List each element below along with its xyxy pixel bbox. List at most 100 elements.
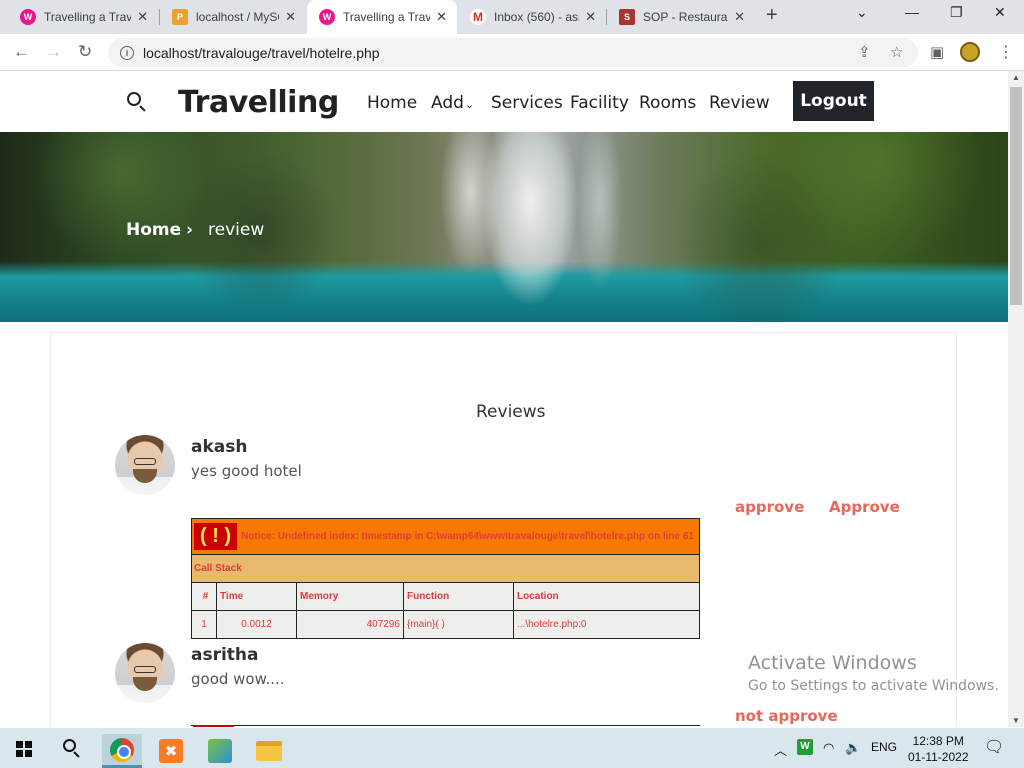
volume-icon[interactable]: 🔈 [845, 740, 861, 756]
col-time: Time [216, 582, 297, 611]
browser-tab[interactable]: S SOP - Restaurant ✕ [607, 0, 755, 34]
review-text: good wow.... [191, 670, 285, 688]
cell-time: 0.0012 [216, 610, 297, 639]
avatar-glasses [134, 666, 156, 673]
close-icon[interactable]: ✕ [585, 9, 596, 25]
scroll-down-arrow-icon[interactable]: ▼ [1012, 716, 1020, 725]
chrome-icon [110, 737, 134, 762]
taskbar-clock[interactable]: 12:38 PM 01-11-2022 [908, 733, 969, 765]
folder-icon [256, 741, 282, 761]
sop-icon: S [619, 9, 635, 25]
browser-toolbar: ← → ↻ i localhost/travalouge/travel/hote… [0, 34, 1024, 71]
phpmyadmin-icon: P [172, 9, 188, 25]
wifi-icon[interactable]: ◠ [823, 740, 834, 756]
warning-icon: ( ! ) [194, 523, 238, 550]
windows-taskbar: ✖ ︿ W ◠ 🔈 ENG 12:38 PM 01-11-2022 🗨 [0, 728, 1024, 768]
tab-title: Inbox (560) - asr [494, 10, 580, 24]
gmail-icon: M [470, 9, 486, 25]
taskbar-chrome[interactable] [102, 734, 142, 768]
site-brand[interactable]: Travelling [178, 85, 339, 120]
tab-search-chevron-icon[interactable]: ⌄ [856, 4, 868, 21]
profile-avatar-icon[interactable] [960, 42, 980, 62]
not-approve-link[interactable]: not approve [735, 707, 838, 725]
nav-home[interactable]: Home [367, 93, 417, 113]
xampp-icon: ✖ [159, 739, 183, 763]
warning-icon-partial [193, 725, 234, 727]
tab-title: Travelling a Trav [44, 10, 132, 24]
approve-button[interactable]: Approve [829, 498, 900, 516]
avatar-beard [133, 469, 157, 483]
breadcrumb-home[interactable]: Home [126, 220, 181, 240]
cell-location: ...\hotelre.php:0 [513, 610, 700, 639]
new-tab-button[interactable]: + [766, 4, 778, 27]
close-icon[interactable]: ✕ [285, 9, 296, 25]
browser-tab-strip: W Travelling a Trav ✕ P localhost / MySQ… [0, 0, 1024, 34]
approve-link[interactable]: approve [735, 498, 804, 516]
wamp-icon: W [20, 9, 36, 25]
bookmark-star-icon[interactable]: ☆ [890, 43, 903, 61]
taskbar-search-icon[interactable] [63, 739, 76, 752]
reviews-heading: Reviews [476, 402, 546, 422]
table-row: 1 0.0012 407296 {main}( ) ...\hotelre.ph… [191, 610, 700, 639]
tab-title: Travelling a Trav [343, 10, 431, 24]
wamp-tray-icon[interactable]: W [797, 739, 813, 755]
taskbar-tool[interactable] [200, 734, 240, 768]
page-scrollbar[interactable]: ▲ ▼ [1008, 71, 1024, 727]
taskbar-xampp[interactable]: ✖ [151, 734, 191, 768]
close-icon[interactable]: ✕ [137, 9, 148, 25]
nav-add[interactable]: Add⌄ [431, 93, 474, 113]
nav-facility[interactable]: Facility [570, 93, 629, 113]
col-memory: Memory [296, 582, 404, 611]
tab-title: SOP - Restaurant [643, 10, 729, 24]
php-notice-table: ( ! ) Notice: Undefined index: timestamp … [191, 518, 700, 639]
taskbar-file-explorer[interactable] [249, 734, 289, 768]
nav-review[interactable]: Review [709, 93, 770, 113]
browser-tab-active[interactable]: W Travelling a Trav ✕ [307, 0, 457, 34]
review-author: akash [191, 437, 248, 457]
scroll-thumb[interactable] [1010, 87, 1022, 305]
notice-message: Notice: Undefined index: timestamp in C:… [241, 531, 694, 543]
back-arrow-icon[interactable]: ← [13, 42, 30, 62]
language-indicator[interactable]: ENG [871, 740, 897, 754]
window-close-icon[interactable]: ✕ [994, 4, 1006, 21]
hero-banner-waterfall: Home › review [0, 132, 1008, 322]
browser-tab[interactable]: W Travelling a Trav ✕ [8, 0, 158, 34]
logout-button[interactable]: Logout [793, 81, 874, 121]
restore-icon[interactable]: ❐ [950, 4, 963, 21]
close-icon[interactable]: ✕ [436, 9, 447, 25]
reload-icon[interactable]: ↻ [78, 42, 92, 62]
tray-chevron-up-icon[interactable]: ︿ [774, 740, 787, 759]
minimize-icon[interactable]: — [905, 4, 919, 20]
search-icon[interactable] [127, 92, 141, 106]
cell-number: 1 [191, 610, 217, 639]
share-icon[interactable]: ⇪ [858, 43, 871, 61]
avatar-glasses [134, 458, 156, 465]
clock-date: 01-11-2022 [908, 750, 969, 764]
call-stack-header-row: # Time Memory Function Location [191, 582, 700, 611]
breadcrumb-current: review [208, 220, 265, 240]
forward-arrow-icon[interactable]: → [45, 42, 62, 62]
browser-tab[interactable]: P localhost / MySQ ✕ [160, 0, 306, 34]
call-stack-label: Call Stack [191, 554, 700, 583]
menu-kebab-icon[interactable]: ⋮ [998, 42, 1014, 62]
col-number: # [191, 582, 217, 611]
close-icon[interactable]: ✕ [734, 9, 745, 25]
nav-services[interactable]: Services [491, 93, 563, 113]
clock-time: 12:38 PM [912, 734, 964, 748]
avatar [115, 435, 175, 495]
snipping-tool-icon [208, 739, 232, 763]
windows-start-icon[interactable] [16, 741, 32, 757]
notice-header-row: ( ! ) Notice: Undefined index: timestamp … [191, 518, 700, 555]
chevron-down-icon: ⌄ [464, 98, 475, 111]
site-info-icon[interactable]: i [120, 45, 134, 60]
address-bar[interactable]: i localhost/travalouge/travel/hotelre.ph… [108, 38, 918, 67]
review-text: yes good hotel [191, 462, 302, 480]
nav-rooms[interactable]: Rooms [639, 93, 696, 113]
wamp-icon: W [319, 9, 335, 25]
col-location: Location [513, 582, 700, 611]
browser-tab[interactable]: M Inbox (560) - asr ✕ [458, 0, 606, 34]
side-panel-icon[interactable]: ▣ [930, 43, 944, 61]
col-function: Function [403, 582, 514, 611]
scroll-up-arrow-icon[interactable]: ▲ [1012, 73, 1020, 82]
notifications-icon[interactable]: 🗨 [984, 737, 1004, 757]
